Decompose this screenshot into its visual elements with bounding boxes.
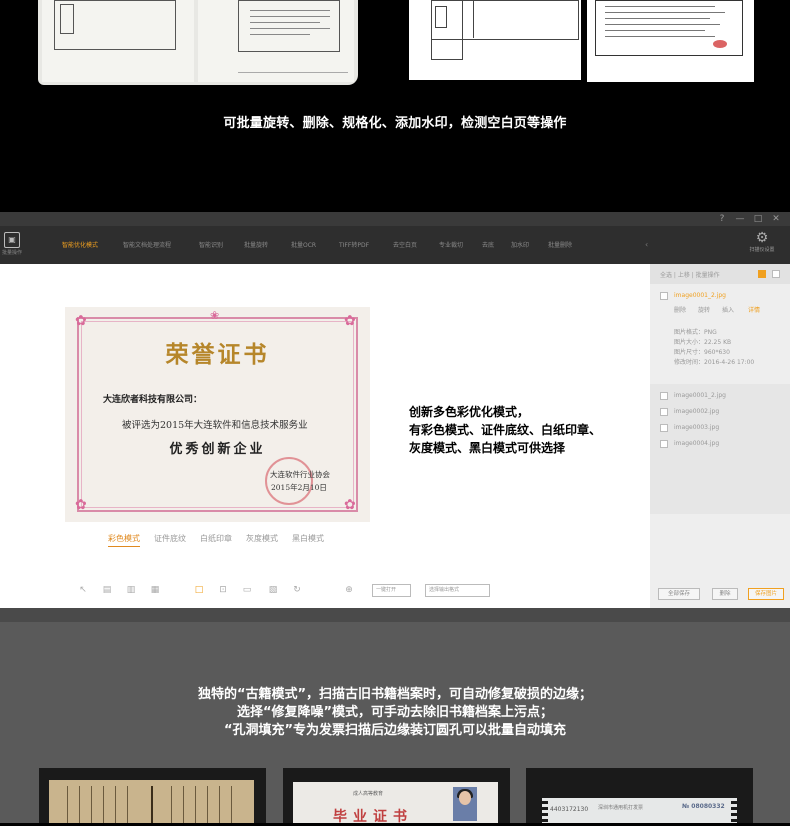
certificate-seal: [265, 457, 313, 505]
tab-doc-workflow[interactable]: 智能文档处理流程: [123, 240, 171, 252]
invoice-title: 深圳市通用机打发票: [598, 805, 644, 811]
main-toolbar: ▣ 批量操作 智能优化模式 智能文档处理流程 智能识别 批量旋转 批量OCR T…: [0, 226, 790, 264]
mode-id-texture[interactable]: 证件底纹: [154, 532, 186, 546]
tab-remove-background[interactable]: 去底: [482, 240, 494, 252]
certificate-award: 优秀创新企业: [169, 442, 266, 457]
info-modified: 修改时间：2016-4-26 17:00: [674, 359, 755, 366]
file-checkbox[interactable]: [660, 440, 668, 448]
feature-caption-restoration: 独特的“古籍模式”，扫描古旧书籍档案时，可自动修复破损的边缘； 选择“修复降噪”…: [0, 686, 790, 740]
certificate-issuer: 大连软件行业协会: [270, 470, 330, 479]
tab-watermark[interactable]: 加水印: [511, 240, 529, 252]
info-size: 图片大小：22.25 KB: [674, 339, 732, 346]
help-icon[interactable]: ?: [716, 213, 728, 225]
save-all-button[interactable]: 全部保存: [658, 588, 700, 600]
diploma-title: 毕业证书: [333, 809, 413, 825]
comment-icon[interactable]: ▭: [242, 585, 252, 595]
tab-tiff-to-pdf[interactable]: TIFF转PDF: [339, 240, 369, 252]
caption-line-3: “孔洞填充”专为发票扫描后边缘装订圆孔可以批量自动填充: [223, 723, 567, 738]
cursor-icon[interactable]: ↖: [78, 585, 88, 595]
tab-remove-blank[interactable]: 去空白页: [393, 240, 417, 252]
file-action-details[interactable]: 详情: [748, 305, 760, 314]
invoice-code: 4403172130: [550, 806, 589, 813]
color-modes-description: 创新多色彩优化模式， 有彩色模式、证件底纹、白纸印章、 灰度模式、黑白模式可供选…: [409, 403, 639, 457]
rotate-icon[interactable]: ↻: [292, 585, 302, 595]
minimize-icon[interactable]: —: [734, 213, 746, 225]
file-checkbox[interactable]: [660, 292, 668, 300]
file-action-insert[interactable]: 插入: [722, 305, 734, 314]
current-file-name: image0001_2.jpg: [674, 292, 726, 299]
diploma-header: 成人高等教育: [353, 791, 384, 797]
maximize-icon[interactable]: □: [752, 213, 764, 225]
file-action-rotate[interactable]: 旋转: [698, 305, 710, 314]
crop-icon[interactable]: ⊡: [218, 585, 228, 595]
file-list-item[interactable]: image0001_2.jpg: [674, 392, 726, 399]
scanned-book-image: [38, 0, 358, 85]
certificate-preview-image: ✿ ✿ ✿ ✿ ❀ 荣誉证书 大连欣者科技有限公司： 被评选为2015年大连软件…: [65, 307, 370, 522]
tab-smart-optimize[interactable]: 智能优化模式: [62, 240, 98, 252]
certificate-recipient: 大连欣者科技有限公司：: [103, 395, 203, 405]
file-checkbox[interactable]: [660, 408, 668, 416]
output-format-select[interactable]: 选择输出格式: [425, 584, 490, 597]
file-list-item[interactable]: image0004.jpg: [674, 440, 719, 447]
tab-batch-ocr[interactable]: 批量OCR: [291, 240, 316, 252]
certificate-body: 被评选为2015年大连软件和信息技术服务业: [122, 420, 308, 431]
file-checkbox[interactable]: [660, 392, 668, 400]
mode-white-stamp[interactable]: 白纸印章: [200, 532, 232, 546]
tab-smart-recognize[interactable]: 智能识别: [199, 240, 223, 252]
info-dimensions: 图片尺寸：960*630: [674, 349, 730, 356]
bottom-toolbar: ↖ ▤ ▥ ▦ □ ⊡ ▭ ▧ ↻ ⊕ 一键打开 选择输出格式: [70, 583, 650, 599]
close-icon[interactable]: ✕: [770, 213, 782, 225]
save-image-button[interactable]: 保存图片: [748, 588, 784, 600]
file-list-item[interactable]: image0003.jpg: [674, 424, 719, 431]
info-format: 图片格式：PNG: [674, 329, 717, 336]
portrait-photo: [453, 787, 477, 821]
invoice-sample: 4403172130 深圳市通用机打发票 № 08080332: [526, 768, 753, 823]
select-area-icon[interactable]: □: [194, 585, 204, 595]
file-action-delete[interactable]: 删除: [674, 305, 686, 314]
tab-crop[interactable]: 专业裁切: [439, 240, 463, 252]
gear-icon: ⚙: [755, 230, 769, 246]
file-list-item[interactable]: image0002.jpg: [674, 408, 719, 415]
scanned-page-image: [409, 0, 581, 80]
panel-list-icon[interactable]: [772, 270, 780, 278]
tab-batch-rotate[interactable]: 批量旋转: [244, 240, 268, 252]
caption-line-2: 选择“修复降噪”模式，可手动去除旧书籍档案上污点；: [236, 705, 554, 720]
two-page-icon[interactable]: ▥: [126, 585, 136, 595]
feature-line-2: 有彩色模式、证件底纹、白纸印章、: [409, 423, 602, 437]
lower-section: 独特的“古籍模式”，扫描古旧书籍档案时，可自动修复破损的边缘； 选择“修复降噪”…: [0, 608, 790, 825]
panel-header[interactable]: 全选 | 上移 | 批量操作: [660, 270, 720, 279]
scanner-settings-button[interactable]: ⚙ 扫描仪设置: [742, 230, 782, 253]
certificate-title: 荣誉证书: [165, 341, 270, 368]
feature-line-3: 灰度模式、黑白模式可供选择: [409, 441, 566, 455]
tab-batch-delete[interactable]: 批量删除: [548, 240, 572, 252]
certificate-date: 2015年2月10日: [271, 483, 327, 492]
mode-color[interactable]: 彩色模式: [108, 532, 140, 547]
grid-view-icon[interactable]: ▦: [150, 585, 160, 595]
open-select[interactable]: 一键打开: [372, 584, 411, 597]
invoice-number: № 08080332: [682, 803, 725, 810]
image-icon[interactable]: ▧: [268, 585, 278, 595]
window-titlebar: ? — □ ✕: [0, 212, 790, 226]
file-panel: 全选 | 上移 | 批量操作 image0001_2.jpg 删除 旋转 插入 …: [650, 264, 790, 608]
file-checkbox[interactable]: [660, 424, 668, 432]
mode-black-white[interactable]: 黑白模式: [292, 532, 324, 546]
feature-caption-batch-operations: 可批量旋转、删除、规格化、添加水印，检测空白页等操作: [223, 116, 567, 131]
panel-grid-icon[interactable]: [758, 270, 766, 278]
scanned-document-image: [587, 0, 754, 82]
stamp-icon[interactable]: ⊕: [344, 585, 354, 595]
mode-grayscale[interactable]: 灰度模式: [246, 532, 278, 546]
delete-button[interactable]: 删除: [712, 588, 738, 600]
app-logo-icon: ▣: [4, 232, 20, 248]
diploma-sample: 成人高等教育 毕业证书: [283, 768, 510, 825]
section-divider: [0, 608, 790, 622]
tab-scroll-left-icon[interactable]: ‹: [645, 240, 648, 249]
fit-page-icon[interactable]: ▤: [102, 585, 112, 595]
app-window: ? — □ ✕ ▣ 批量操作 智能优化模式 智能文档处理流程 智能识别 批量旋转…: [0, 212, 790, 608]
app-name: 批量操作: [2, 250, 23, 256]
scanner-settings-label: 扫描仪设置: [749, 247, 775, 253]
caption-line-1: 独特的“古籍模式”，扫描古旧书籍档案时，可自动修复破损的边缘；: [197, 687, 593, 702]
feature-line-1: 创新多色彩优化模式，: [409, 405, 530, 419]
ancient-book-sample: [39, 768, 266, 823]
top-section: 可批量旋转、删除、规格化、添加水印，检测空白页等操作: [0, 0, 790, 212]
